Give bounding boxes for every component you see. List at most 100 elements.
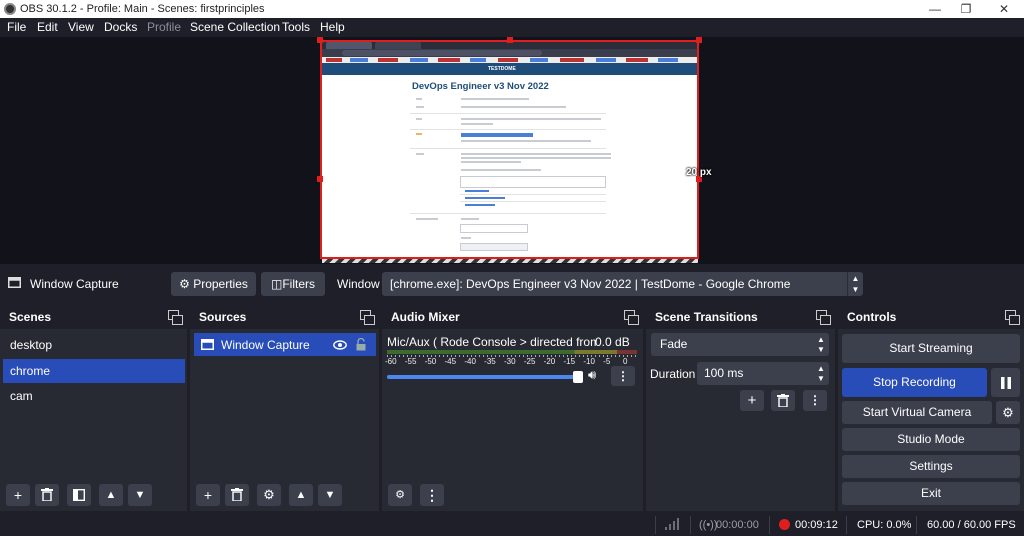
start-virtual-camera-button[interactable]: Start Virtual Camera <box>842 401 992 424</box>
audio-level-meter <box>387 350 637 354</box>
scale-label: -50 <box>424 357 437 366</box>
kebab-menu-icon: ⋮ <box>425 487 439 503</box>
edge-distance-label: 20 px <box>686 167 712 178</box>
chevron-up-icon: ▲ <box>105 489 117 501</box>
controls-title: Controls <box>847 310 897 324</box>
scene-item-desktop[interactable]: desktop <box>3 333 185 357</box>
properties-button[interactable]: ⚙ Properties <box>171 272 256 296</box>
minimize-button[interactable]: — <box>919 1 951 17</box>
menu-file[interactable]: File <box>7 20 26 34</box>
chevron-updown-icon[interactable]: ▲ ▼ <box>813 362 829 384</box>
scenes-dock: Scenes desktop chrome cam <box>0 305 187 511</box>
remove-transition-button[interactable] <box>771 390 795 411</box>
add-source-button[interactable]: + <box>196 484 220 506</box>
scale-label: -30 <box>504 357 516 366</box>
audio-menu-button[interactable]: ⋮ <box>611 366 635 386</box>
filter-icon <box>72 488 86 502</box>
source-item[interactable]: Window Capture <box>194 333 376 356</box>
float-dock-icon[interactable] <box>360 310 375 325</box>
duration-value: 100 ms <box>704 366 744 380</box>
properties-label: Properties <box>193 277 248 291</box>
float-dock-icon[interactable] <box>1005 310 1020 325</box>
menu-tools[interactable]: Tools <box>282 20 310 34</box>
scenes-title: Scenes <box>9 310 52 324</box>
chevron-down-icon: ▼ <box>134 489 146 501</box>
virtual-camera-settings-button[interactable]: ⚙ <box>996 401 1020 424</box>
advanced-audio-button[interactable]: ⚙ <box>388 484 412 506</box>
chevron-up-icon: ▲ <box>295 489 307 501</box>
transition-menu-button[interactable]: ⋮ <box>803 390 827 411</box>
move-scene-up-button[interactable]: ▲ <box>99 484 123 506</box>
status-bar: ((•)) 00:00:00 00:09:12 CPU: 0.0% 60.00 … <box>0 513 1024 536</box>
eye-icon[interactable] <box>333 340 347 350</box>
maximize-button[interactable]: ❐ <box>950 1 982 17</box>
window-icon <box>201 339 214 350</box>
move-source-up-button[interactable]: ▲ <box>289 484 313 506</box>
resize-handle[interactable] <box>317 176 323 182</box>
menu-edit[interactable]: Edit <box>37 20 58 34</box>
menu-profile[interactable]: Profile <box>147 20 181 34</box>
stop-recording-button[interactable]: Stop Recording <box>842 368 987 397</box>
scale-label: -60 <box>385 357 397 366</box>
move-scene-down-button[interactable]: ▼ <box>128 484 152 506</box>
scene-item-cam[interactable]: cam <box>3 384 185 408</box>
record-icon <box>779 519 790 530</box>
settings-button[interactable]: Settings <box>842 455 1020 478</box>
close-button[interactable]: ✕ <box>988 1 1020 17</box>
filters-button[interactable]: ◫Filters <box>261 272 325 296</box>
window-label: Window <box>337 277 380 291</box>
scale-label: -15 <box>563 357 576 366</box>
remove-scene-button[interactable] <box>35 484 59 506</box>
move-source-down-button[interactable]: ▼ <box>318 484 342 506</box>
menu-help[interactable]: Help <box>320 20 345 34</box>
menu-view[interactable]: View <box>68 20 94 34</box>
streaming-icon: ((•)) <box>699 519 718 531</box>
scale-label: -45 <box>444 357 457 366</box>
resize-handle[interactable] <box>507 37 513 43</box>
audio-db-value: 0.0 dB <box>595 335 630 349</box>
scene-item-chrome[interactable]: chrome <box>3 359 185 383</box>
recording-time: 00:09:12 <box>795 519 838 531</box>
source-properties-button[interactable]: ⚙ <box>257 484 281 506</box>
resize-handle[interactable] <box>696 37 702 43</box>
studio-mode-button[interactable]: Studio Mode <box>842 428 1020 451</box>
unlock-icon[interactable] <box>356 338 366 351</box>
audio-scale: -60 -55 -50 -45 -40 -35 -30 -25 -20 -15 -10 -5 0 <box>385 357 641 369</box>
chevron-updown-icon: ▲ ▼ <box>817 335 825 354</box>
menu-scene-collection[interactable]: Scene Collection <box>190 20 280 34</box>
audio-mixer-menu-button[interactable]: ⋮ <box>420 484 444 506</box>
sources-dock: Sources Window Capture <box>190 305 379 511</box>
menu-bar: File Edit View Docks Profile Scene Colle… <box>0 18 1024 37</box>
scene-filters-button[interactable] <box>67 484 91 506</box>
window-icon <box>8 277 21 288</box>
resize-handle[interactable] <box>317 37 323 43</box>
scene-transitions-title: Scene Transitions <box>655 310 758 324</box>
transition-select[interactable]: Fade ▲ ▼ <box>651 333 829 356</box>
start-streaming-button[interactable]: Start Streaming <box>842 334 1020 363</box>
transition-select-value: Fade <box>660 337 688 351</box>
exit-button[interactable]: Exit <box>842 482 1020 505</box>
duration-spinbox[interactable]: 100 ms ▲ ▼ <box>697 362 829 385</box>
selected-source-name: Window Capture <box>30 277 119 291</box>
add-scene-button[interactable]: + <box>6 484 30 506</box>
float-dock-icon[interactable] <box>168 310 183 325</box>
menu-docks[interactable]: Docks <box>104 20 137 34</box>
kebab-menu-icon: ⋮ <box>617 369 629 383</box>
add-transition-button[interactable]: + <box>740 390 764 411</box>
window-select[interactable]: [chrome.exe]: DevOps Engineer v3 Nov 202… <box>382 272 863 296</box>
pause-recording-button[interactable] <box>991 368 1020 397</box>
volume-slider[interactable] <box>387 371 583 383</box>
kebab-menu-icon: ⋮ <box>809 393 821 407</box>
speaker-icon[interactable]: 🔊︎ <box>588 367 596 383</box>
source-selection-box[interactable] <box>320 40 699 259</box>
chevron-updown-icon: ▲ ▼ <box>847 272 863 296</box>
remove-source-button[interactable] <box>225 484 249 506</box>
title-bar: OBS 30.1.2 - Profile: Main - Scenes: fir… <box>0 0 1024 18</box>
source-toolbar: Window Capture ⚙ Properties ◫Filters Win… <box>0 266 1024 302</box>
scale-label: 0 <box>623 357 628 366</box>
window-title: OBS 30.1.2 - Profile: Main - Scenes: fir… <box>20 3 265 15</box>
volume-slider-handle[interactable] <box>573 371 583 383</box>
float-dock-icon[interactable] <box>624 310 639 325</box>
gear-icon: ⚙ <box>179 277 190 291</box>
float-dock-icon[interactable] <box>816 310 831 325</box>
